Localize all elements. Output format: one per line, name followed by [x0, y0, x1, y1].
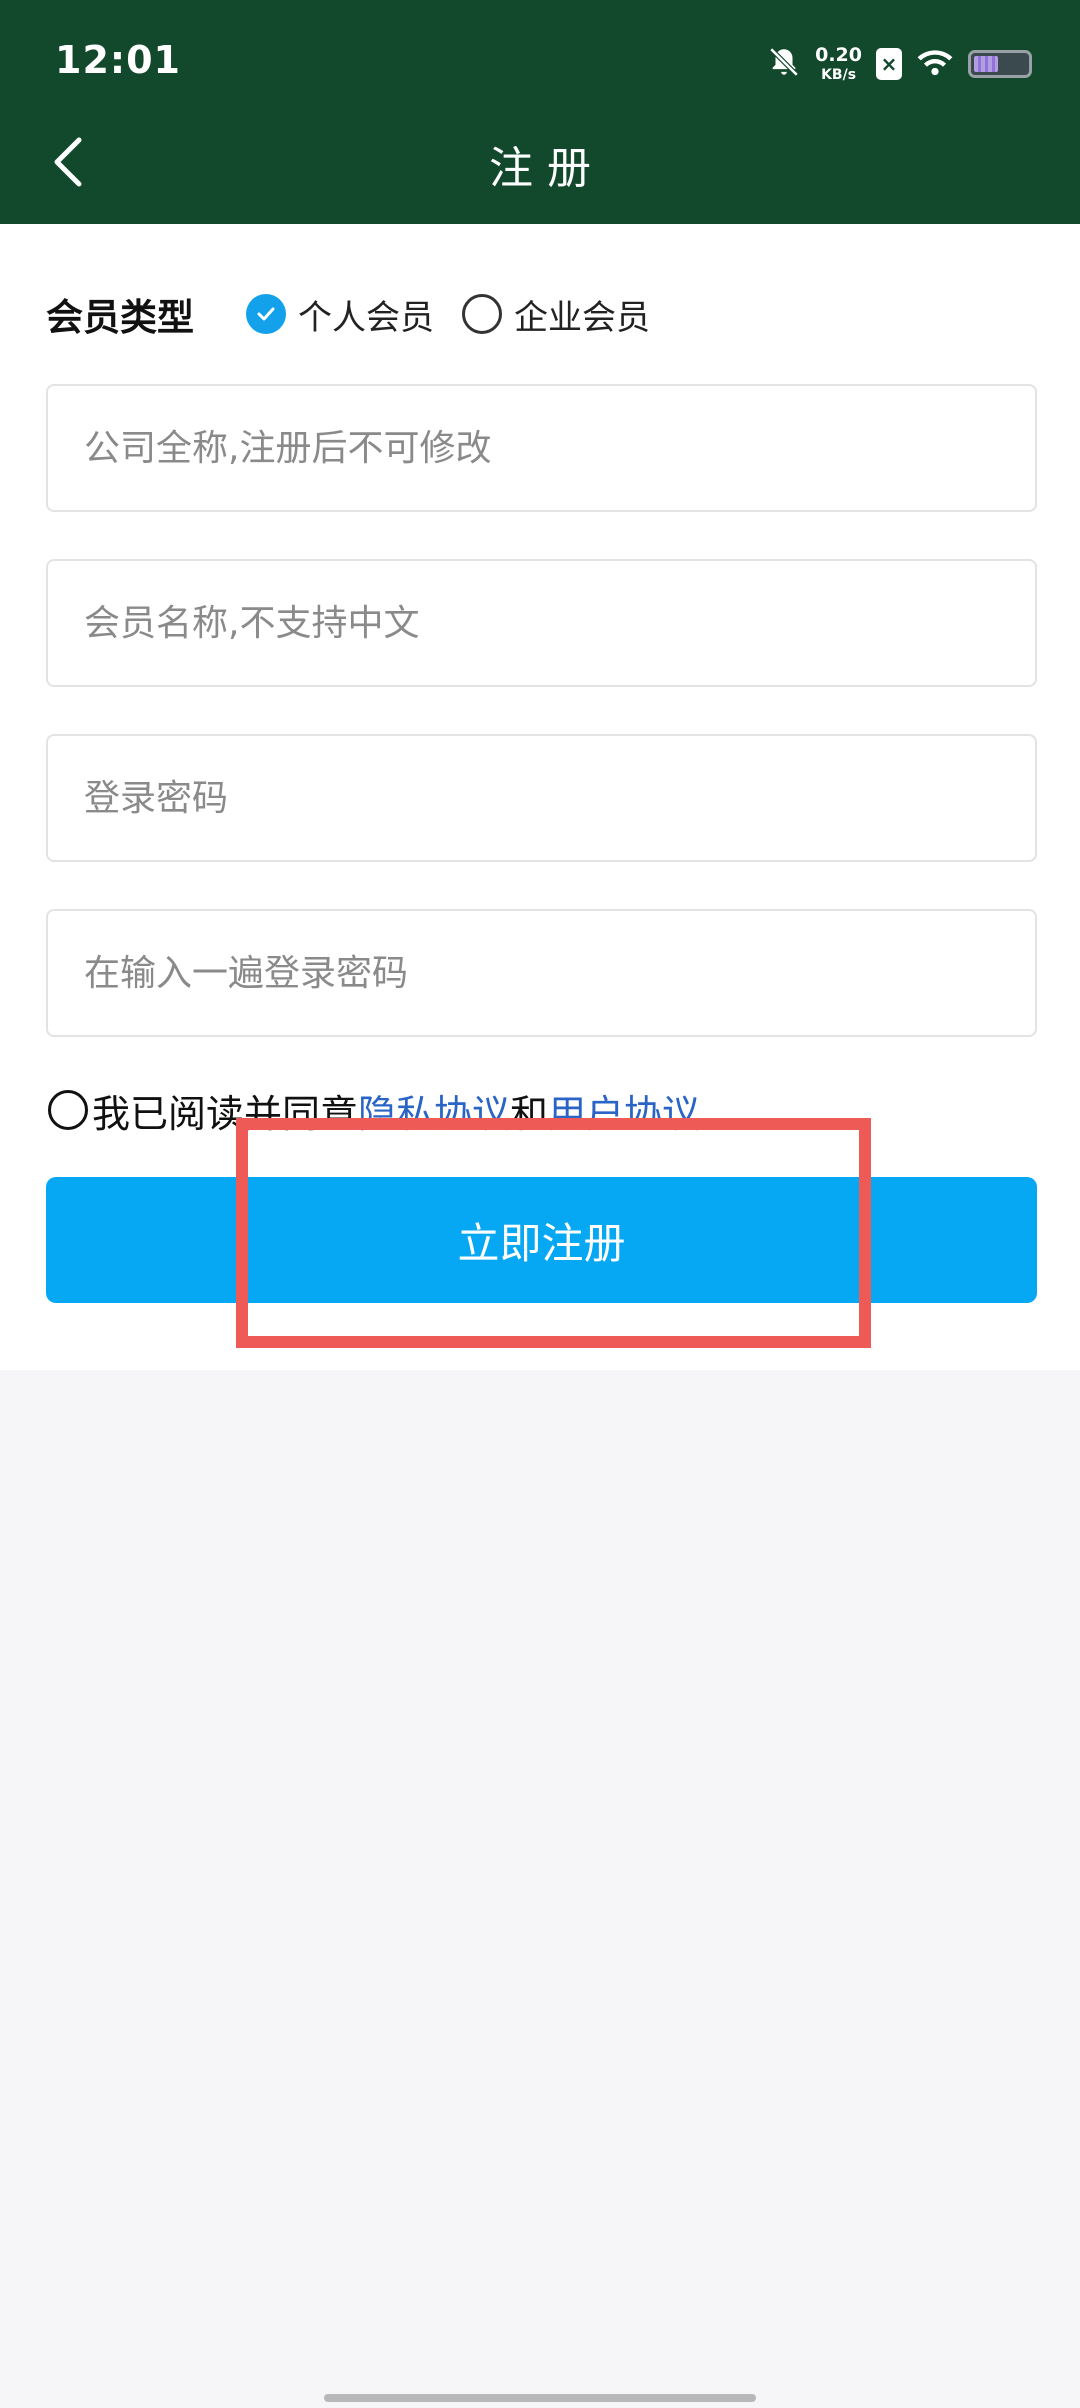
member-type-label: 会员类型 — [46, 296, 194, 339]
confirm-password-field — [46, 909, 1037, 1037]
register-form: 会员类型 个人会员 企业会员 我已阅读并同意 隐私协议 和 用户协议 立即注册 — [0, 224, 1080, 1370]
radio-enterprise-label: 企业会员 — [514, 297, 650, 338]
register-button[interactable]: 立即注册 — [46, 1177, 1037, 1303]
sim-icon: × — [876, 48, 902, 80]
status-bar: 12:01 0.20 KB/s × — [0, 0, 1080, 126]
bell-muted-icon — [767, 45, 801, 83]
company-name-input[interactable] — [48, 386, 1035, 510]
confirm-password-input[interactable] — [48, 911, 1035, 1035]
radio-checked-icon — [246, 294, 286, 334]
privacy-policy-link[interactable]: 隐私协议 — [358, 1083, 510, 1138]
status-icons: 0.20 KB/s × — [767, 40, 1032, 88]
password-field — [46, 734, 1037, 862]
radio-personal-member[interactable]: 个人会员 — [246, 290, 434, 339]
app-header: 12:01 0.20 KB/s × 注册 — [0, 0, 1080, 224]
network-speed-value: 0.20 — [815, 44, 862, 66]
member-name-input[interactable] — [48, 561, 1035, 685]
password-input[interactable] — [48, 736, 1035, 860]
company-name-field — [46, 384, 1037, 512]
battery-level — [974, 56, 998, 72]
agreement-and: 和 — [510, 1091, 549, 1136]
page-title: 注册 — [489, 143, 605, 194]
radio-unchecked-icon — [462, 294, 502, 334]
agreement-row: 我已阅读并同意 隐私协议 和 用户协议 — [48, 1080, 700, 1140]
network-speed: 0.20 KB/s — [815, 44, 862, 83]
member-type-row: 会员类型 个人会员 企业会员 — [46, 286, 678, 342]
radio-enterprise-member[interactable]: 企业会员 — [462, 290, 650, 339]
wifi-icon — [916, 46, 954, 82]
battery-icon — [968, 50, 1032, 78]
agreement-checkbox[interactable] — [48, 1090, 88, 1130]
user-agreement-link[interactable]: 用户协议 — [548, 1083, 700, 1138]
network-speed-unit: KB/s — [821, 67, 857, 83]
member-name-field — [46, 559, 1037, 687]
status-time: 12:01 — [55, 38, 181, 82]
home-indicator[interactable] — [324, 2394, 756, 2402]
radio-personal-label: 个人会员 — [298, 297, 434, 338]
agreement-prefix: 我已阅读并同意 — [92, 1091, 359, 1136]
